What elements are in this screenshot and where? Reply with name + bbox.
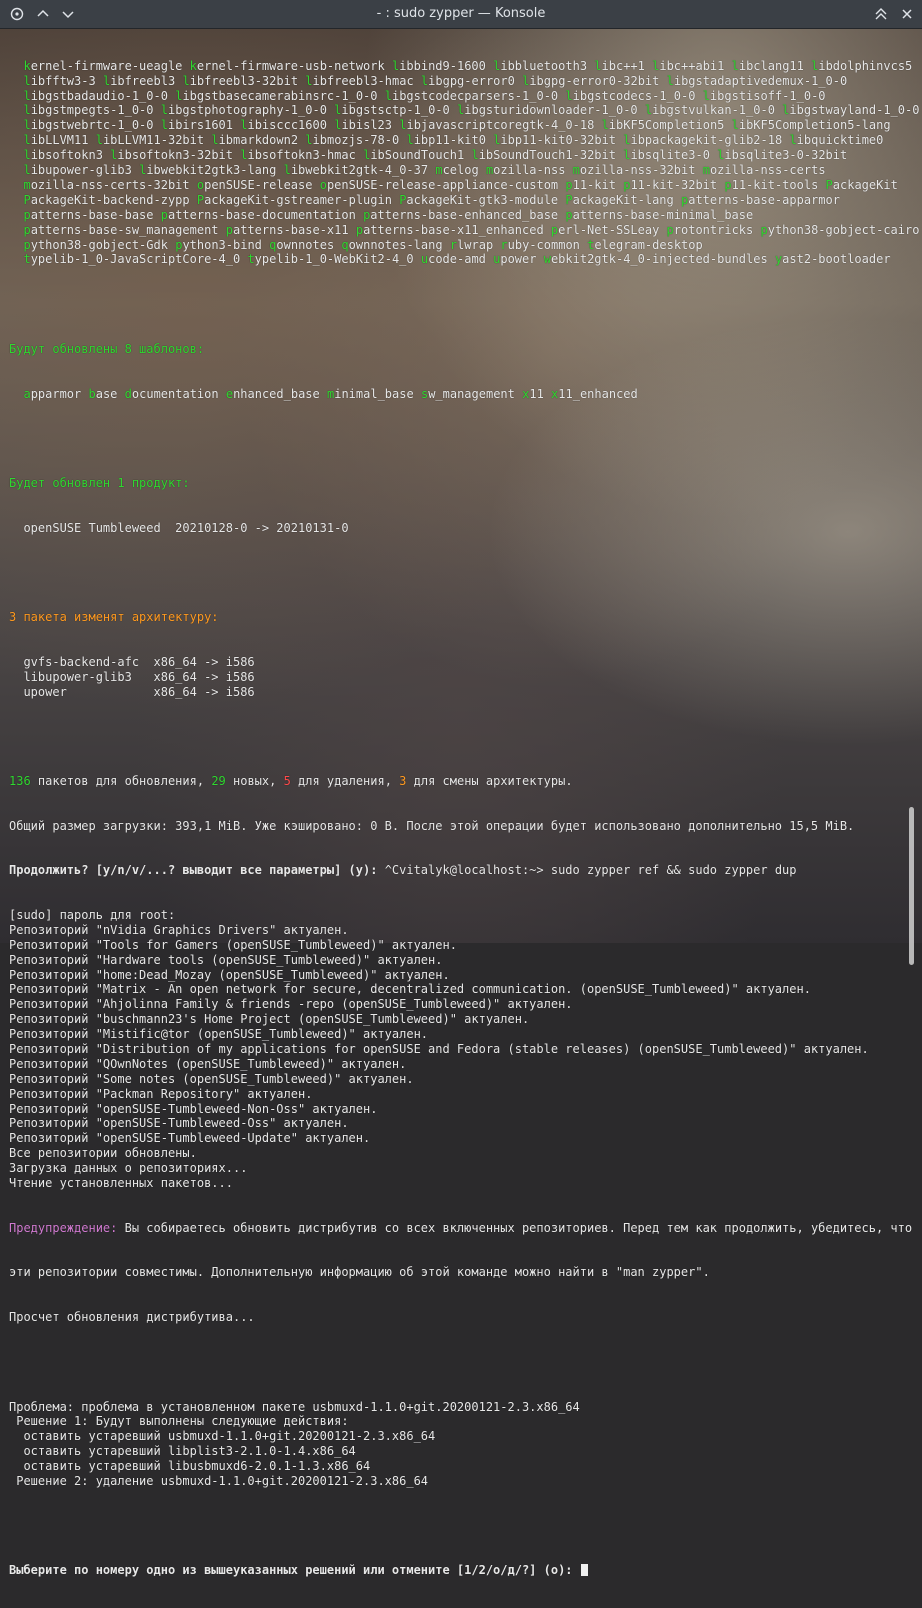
log-line: Репозиторий "Ahjolinna Family & friends … (9, 997, 573, 1012)
log-line: Репозиторий "Mistific@tor (openSUSE_Tumb… (9, 1027, 429, 1042)
package-line: typelib-1_0-JavaScriptCore-4_0 typelib-1… (23, 252, 891, 267)
command-text: ^Cvitalyk@localhost:~> sudo zypper ref &… (384, 863, 797, 878)
package-line: libgstmpegts-1_0-0 libgstphotography-1_0… (23, 103, 920, 118)
log-line: Репозиторий "Distribution of my applicat… (9, 1042, 869, 1057)
package-line: libfftw3-3 libfreebl3 libfreebl3-32bit l… (23, 73, 848, 88)
text-cursor (580, 1564, 588, 1577)
final-prompt-line[interactable]: Выберите по номеру одно из вышеуказанных… (9, 1563, 899, 1578)
warning-label: Предупреждение: (9, 1220, 118, 1235)
log-line: Репозиторий "Hardware tools (openSUSE_Tu… (9, 952, 443, 967)
continue-line: Продолжить? [y/n/v/...? выводит все пара… (9, 863, 899, 878)
package-line: libgstwebrtc-1_0-0 libirs1601 libisccc16… (23, 118, 891, 133)
package-line: patterns-base-sw_management patterns-bas… (23, 222, 920, 237)
log-line: Загрузка данных о репозиториях... (9, 1161, 248, 1176)
arch-line: upower x86_64 -> i586 (9, 684, 255, 699)
arch-line: gvfs-backend-afc x86_64 -> i586 (9, 654, 255, 669)
log-line: Репозиторий "openSUSE-Tumbleweed-Non-Oss… (9, 1101, 378, 1116)
package-line: PackageKit-backend-zypp PackageKit-gstre… (23, 192, 840, 207)
log-line: Репозиторий "QOwnNotes (openSUSE_Tumblew… (9, 1056, 407, 1071)
calc-line: Просчет обновления дистрибутива... (9, 1310, 255, 1325)
repo-log: [sudo] пароль для root: Репозиторий "nVid… (9, 908, 899, 1191)
problem-block: Проблема: проблема в установленном пакет… (9, 1400, 899, 1489)
window-title: - : sudo zypper — Konsole (376, 6, 546, 21)
maximize-icon[interactable] (870, 3, 892, 25)
log-line: Репозиторий "nVidia Graphics Drivers" ак… (9, 922, 349, 937)
log-line: Чтение установленных пакетов... (9, 1176, 233, 1191)
package-line: patterns-base-base patterns-base-documen… (23, 207, 754, 222)
log-line: Репозиторий "openSUSE-Tumbleweed-Update"… (9, 1131, 371, 1146)
log-line: Репозиторий "Packman Repository" актуале… (9, 1086, 313, 1101)
product-line: openSUSE Tumbleweed 20210128-0 -> 202101… (9, 520, 349, 535)
product-header: Будет обновлен 1 продукт: (9, 475, 190, 490)
log-line: Репозиторий "home:Dead_Mozay (openSUSE_T… (9, 967, 450, 982)
scrollbar-handle[interactable] (909, 807, 914, 965)
log-line: Репозиторий "Some notes (openSUSE_Tumble… (9, 1071, 414, 1086)
problem-line: Проблема: проблема в установленном пакет… (9, 1399, 580, 1414)
package-line: kernel-firmware-ueagle kernel-firmware-u… (23, 58, 913, 73)
close-icon[interactable] (896, 3, 918, 25)
arch-line: libupower-glib3 x86_64 -> i586 (9, 669, 255, 684)
final-prompt: Выберите по номеру одно из вышеуказанных… (9, 1563, 580, 1578)
warning-line: Предупреждение: Вы собираетесь обновить … (9, 1220, 913, 1235)
log-line: Репозиторий "Tools for Gamers (openSUSE_… (9, 937, 457, 952)
summary-line: 136 пакетов для обновления, 29 новых, 5 … (9, 773, 573, 788)
problem-line: оставить устаревший libplist3-2.1.0-1.4.… (9, 1444, 356, 1459)
package-line: python38-gobject-Gdk python3-bind qownno… (23, 237, 703, 252)
terminal-area[interactable]: kernel-firmware-ueagle kernel-firmware-u… (0, 29, 922, 1577)
log-line: Все репозитории обновлены. (9, 1146, 197, 1161)
arch-header: 3 пакета изменят архитектуру: (9, 610, 219, 625)
problem-line: оставить устаревший libusbmuxd6-2.0.1-1.… (9, 1459, 371, 1474)
log-line: Репозиторий "openSUSE-Tumbleweed-Oss" ак… (9, 1116, 349, 1131)
problem-line: Решение 2: удаление usbmuxd-1.1.0+git.20… (9, 1474, 429, 1489)
package-line: mozilla-nss-certs-32bit openSUSE-release… (23, 177, 898, 192)
package-line: libLLVM11 libLLVM11-32bit libmarkdown2 l… (23, 133, 884, 148)
terminal-output: kernel-firmware-ueagle kernel-firmware-u… (9, 29, 920, 1608)
warning-line-2: эти репозитории совместимы. Дополнительн… (9, 1265, 710, 1280)
log-line: [sudo] пароль для root: (9, 908, 176, 923)
window-titlebar: - : sudo zypper — Konsole (0, 0, 922, 29)
arch-list: gvfs-backend-afc x86_64 -> i586 libupowe… (9, 655, 899, 700)
problem-line: оставить устаревший usbmuxd-1.1.0+git.20… (9, 1429, 436, 1444)
patterns-line: apparmor base documentation enhanced_bas… (23, 386, 638, 401)
problem-line: Решение 1: Будут выполнены следующие дей… (9, 1414, 349, 1429)
log-line: Репозиторий "buschmann23's Home Project … (9, 1012, 530, 1027)
log-line: Репозиторий "Matrix - An open network fo… (9, 982, 811, 997)
package-line: libsoftokn3 libsoftokn3-32bit libsoftokn… (23, 148, 848, 163)
patterns-header: Будут обновлены 8 шаблонов: (9, 341, 205, 356)
package-list: kernel-firmware-ueagle kernel-firmware-u… (9, 58, 920, 267)
continue-prompt: Продолжить? [y/n/v/...? выводит все пара… (9, 863, 385, 878)
download-line: Общий размер загрузки: 393,1 MiB. Уже кэ… (9, 818, 855, 833)
package-line: libgstbadaudio-1_0-0 libgstbasecamerabin… (23, 88, 826, 103)
package-line: libupower-glib3 libwebkit2gtk3-lang libw… (23, 163, 826, 178)
